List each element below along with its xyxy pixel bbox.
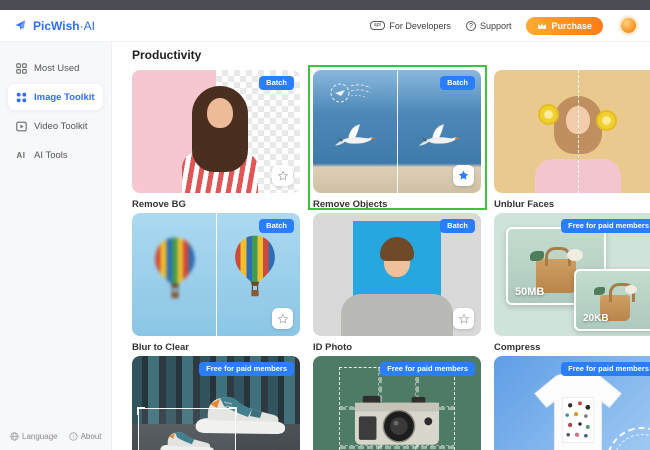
sidebar-item-image-toolkit[interactable]: Image Toolkit bbox=[8, 84, 103, 110]
card-remove-bg[interactable]: Batch Remove BG bbox=[132, 70, 300, 210]
about-button[interactable]: i About bbox=[69, 432, 102, 441]
card-label: Remove BG bbox=[132, 199, 300, 210]
seagull-right bbox=[415, 122, 461, 150]
free-badge: Free for paid members bbox=[380, 362, 475, 376]
purchase-button[interactable]: Purchase bbox=[526, 17, 603, 35]
batch-badge: Batch bbox=[440, 219, 475, 233]
language-button[interactable]: Language bbox=[10, 432, 58, 441]
support-link[interactable]: ? Support bbox=[466, 21, 512, 31]
question-icon: ? bbox=[466, 21, 476, 31]
free-badge: Free for paid members bbox=[561, 219, 650, 233]
sidebar: Most Used Image Toolkit Video Toolkit AI… bbox=[0, 42, 112, 450]
app-header: PicWish·AI api For Developers ? Support … bbox=[0, 10, 650, 42]
star-filled-icon bbox=[457, 169, 470, 182]
card-label: ID Photo bbox=[313, 342, 481, 353]
star-outline-icon bbox=[458, 313, 470, 325]
favorite-button[interactable] bbox=[453, 308, 474, 329]
file-size-large: 50MB bbox=[515, 286, 544, 298]
free-badge: Free for paid members bbox=[561, 362, 650, 376]
svg-text:i: i bbox=[73, 434, 74, 440]
card-remove-objects[interactable]: Batch Remove Objects bbox=[313, 70, 481, 210]
lemon-left bbox=[538, 104, 559, 125]
lemon-right bbox=[596, 110, 617, 131]
card-label: Blur to Clear bbox=[132, 342, 300, 353]
picwish-logo[interactable]: PicWish·AI bbox=[14, 19, 95, 33]
api-icon: api bbox=[370, 21, 386, 30]
batch-badge: Batch bbox=[259, 76, 294, 90]
picwish-bird-icon bbox=[14, 19, 28, 33]
batch-badge: Batch bbox=[259, 219, 294, 233]
card-label: Compress bbox=[494, 342, 650, 353]
card-photo-crop[interactable]: Free for paid members bbox=[132, 356, 300, 450]
card-unblur-faces[interactable]: Unblur Faces bbox=[494, 70, 650, 210]
card-label: Remove Objects bbox=[313, 199, 481, 210]
main-content: Productivity Batch Remove BG bbox=[112, 42, 650, 450]
video-icon bbox=[15, 120, 27, 132]
object-doodle-icon bbox=[329, 80, 373, 108]
card-label: Unblur Faces bbox=[494, 199, 650, 210]
info-icon: i bbox=[69, 432, 78, 441]
image-toolkit-icon bbox=[15, 91, 27, 103]
favorite-button[interactable] bbox=[272, 308, 293, 329]
free-badge: Free for paid members bbox=[199, 362, 294, 376]
sneaker-small bbox=[157, 423, 217, 450]
globe-icon bbox=[10, 432, 19, 441]
crop-selection-box[interactable] bbox=[138, 408, 236, 450]
crop-handle[interactable] bbox=[229, 407, 237, 415]
for-developers-link[interactable]: api For Developers bbox=[370, 21, 451, 31]
ai-icon: AI bbox=[15, 149, 27, 161]
app-title: PicWish·AI bbox=[33, 19, 95, 33]
card-blur-to-clear[interactable]: Batch Blur to Clear bbox=[132, 213, 300, 353]
sidebar-item-video-toolkit[interactable]: Video Toolkit bbox=[8, 113, 103, 139]
crop-handle[interactable] bbox=[137, 407, 145, 415]
card-id-photo[interactable]: Batch ID Photo bbox=[313, 213, 481, 353]
before-after-divider bbox=[578, 70, 579, 193]
tool-grid: Batch Remove BG bbox=[132, 70, 650, 450]
star-outline-icon bbox=[277, 170, 289, 182]
favorite-button-active[interactable] bbox=[453, 165, 474, 186]
star-outline-icon bbox=[277, 313, 289, 325]
man-figure bbox=[341, 294, 453, 336]
balloon-sharp bbox=[232, 233, 278, 301]
seagull-left bbox=[331, 122, 377, 150]
favorite-button[interactable] bbox=[272, 165, 293, 186]
sidebar-item-ai-tools[interactable]: AI AI Tools bbox=[8, 142, 103, 168]
file-size-small: 20KB bbox=[583, 313, 609, 324]
section-title: Productivity bbox=[132, 48, 650, 62]
card-compress[interactable]: 50MB 20KB Free for paid members Compress bbox=[494, 213, 650, 353]
compress-small-image: 20KB bbox=[574, 269, 650, 331]
balloon-blurry bbox=[152, 235, 198, 303]
grid-icon bbox=[15, 62, 27, 74]
card-camera-crop[interactable]: Free for paid members bbox=[313, 356, 481, 450]
crown-icon bbox=[537, 22, 547, 30]
vintage-camera bbox=[353, 391, 441, 449]
batch-badge: Batch bbox=[440, 76, 475, 90]
browser-chrome-bar bbox=[0, 0, 650, 10]
sidebar-item-most-used[interactable]: Most Used bbox=[8, 55, 103, 81]
user-avatar[interactable] bbox=[619, 16, 638, 35]
card-tshirt-watermark[interactable]: Your Text Free for paid members bbox=[494, 356, 650, 450]
